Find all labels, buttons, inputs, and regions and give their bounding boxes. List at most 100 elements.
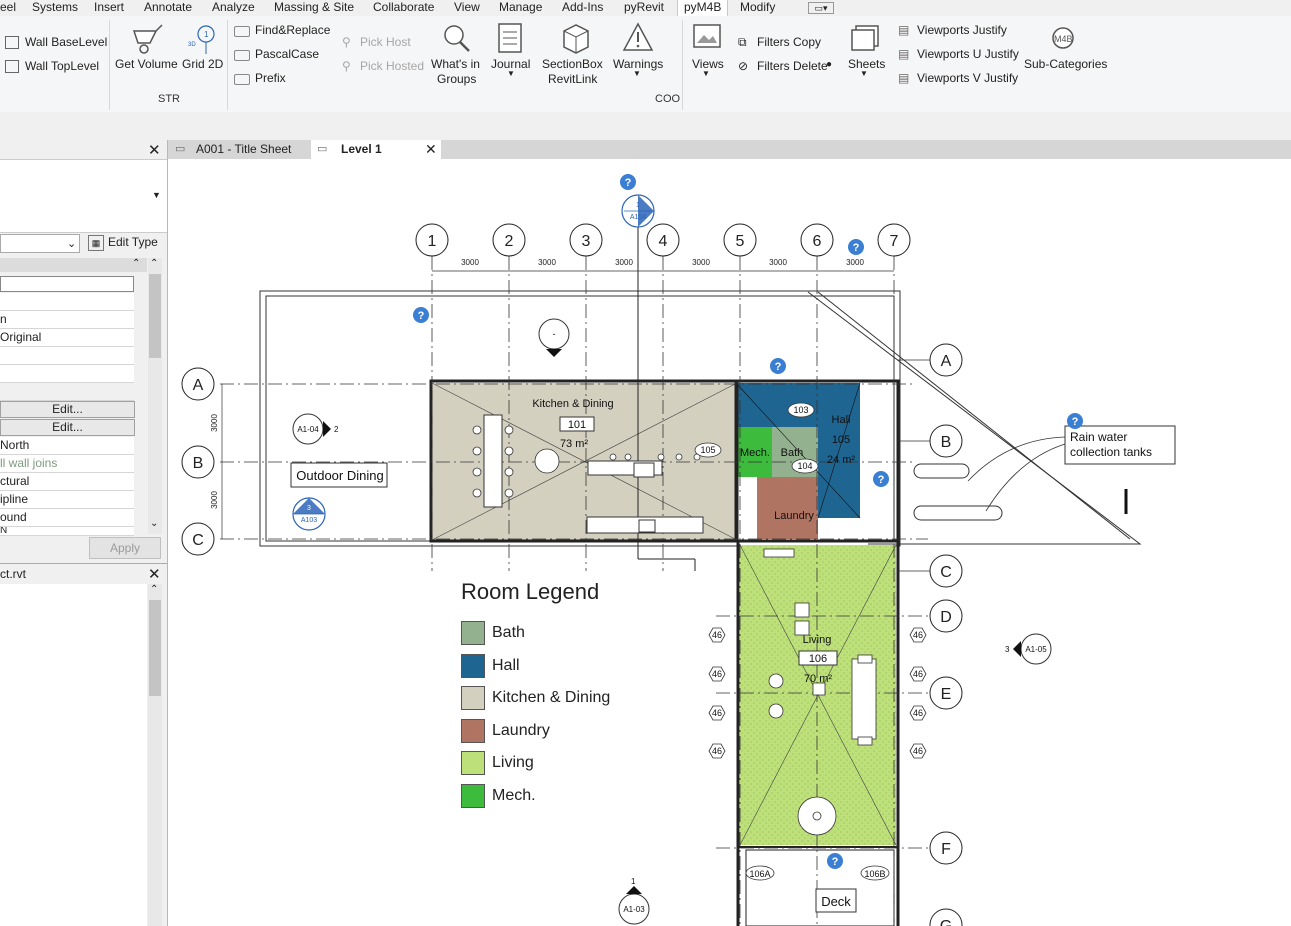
journal-dropdown-icon[interactable]: ▼ (507, 69, 515, 78)
sheets-dropdown-icon[interactable]: ▼ (860, 69, 868, 78)
viewports-justify-button[interactable]: Viewports Justify (917, 23, 1007, 37)
legend-swatch (461, 719, 485, 743)
door-tag-106a: 106A (749, 869, 770, 879)
pascal-case-button[interactable]: PascalCase (255, 47, 319, 61)
tab-label: Level 1 (341, 142, 382, 156)
type-selector-dropdown-icon[interactable]: ▼ (152, 190, 161, 200)
menu-pyrevit[interactable]: pyRevit (624, 0, 664, 16)
properties-close-icon[interactable]: ✕ (148, 141, 161, 159)
apply-button[interactable]: Apply (89, 537, 161, 559)
room-name-laundry: Laundry (774, 510, 814, 522)
chevron-down-icon: ⌄ (67, 238, 77, 250)
viewports-u-justify-button[interactable]: Viewports U Justify (917, 47, 1019, 61)
rain-water-note-line1: Rain water (1070, 430, 1127, 444)
tab-close-icon[interactable]: ✕ (425, 140, 437, 159)
question-icon[interactable]: ? (620, 174, 636, 190)
scroll-up-icon[interactable]: ⌃ (150, 584, 158, 595)
scroll-thumb[interactable] (149, 600, 161, 696)
wheelbarrow-icon (132, 24, 163, 54)
quick-access-dropdown[interactable]: ▭▾ (808, 2, 834, 14)
drawing-canvas[interactable]: 3000 3000 3000 3000 3000 3000 3000 3000 … (168, 159, 1291, 926)
window-tag: 46 (913, 669, 923, 679)
question-icon[interactable]: ? (770, 358, 786, 374)
pick-host-button[interactable]: Pick Host (360, 35, 411, 49)
legend-label: Living (492, 754, 534, 771)
room-area-hall: 24 m² (827, 454, 855, 466)
room-number-kitchen: 101 (568, 419, 586, 431)
grid-2d-button[interactable]: Grid 2D (182, 57, 223, 71)
type-selector[interactable]: ▼ (0, 159, 167, 233)
properties-scrollbar[interactable]: ⌃ ⌄ (148, 258, 162, 534)
find-replace-button[interactable]: Find&Replace (255, 23, 330, 37)
whats-in-button[interactable]: What's in (431, 57, 480, 71)
collapse-icon[interactable]: ⌃ (132, 258, 140, 269)
property-row (0, 293, 134, 311)
property-input[interactable] (0, 276, 134, 292)
menu-analyze[interactable]: Analyze (212, 0, 255, 16)
grid-label-g-right: G (940, 918, 952, 926)
room-name-mech: Mech. (740, 447, 770, 459)
wall-top-level-button[interactable]: Wall TopLevel (25, 59, 99, 73)
project-browser-tree[interactable] (0, 584, 147, 926)
grid-label-c-left: C (192, 532, 204, 549)
section-a104-number: 1 (636, 202, 640, 209)
tab-level-1[interactable]: ▭ Level 1 ✕ (311, 140, 441, 159)
instance-filter-select[interactable]: ⌄ (0, 234, 80, 253)
edit-button[interactable]: Edit... (0, 419, 135, 436)
scroll-down-icon[interactable]: ⌄ (150, 518, 158, 529)
browser-scrollbar[interactable]: ⌃ (148, 584, 162, 926)
menu-add-ins[interactable]: Add-Ins (562, 0, 603, 16)
tab-title-sheet[interactable]: ▭ A001 - Title Sheet (168, 140, 310, 159)
rain-water-note-line2: collection tanks (1070, 445, 1152, 459)
floor-plan-drawing[interactable]: 3000 3000 3000 3000 3000 3000 3000 3000 … (168, 159, 1291, 926)
scroll-up-icon[interactable]: ⌃ (150, 258, 158, 269)
menu-annotate[interactable]: Annotate (144, 0, 192, 16)
window-tag: 46 (712, 708, 722, 718)
str-panel-label: STR (158, 93, 180, 105)
question-icon[interactable]: ? (873, 471, 889, 487)
warnings-dropdown-icon[interactable]: ▼ (633, 69, 641, 78)
property-row: ipline (0, 491, 134, 509)
room-laundry[interactable] (757, 477, 818, 539)
menu-modify[interactable]: Modify (740, 0, 775, 16)
edit-type-button[interactable]: Edit Type (108, 235, 158, 249)
menu-architecture[interactable]: eel (0, 0, 16, 16)
menu-collaborate[interactable]: Collaborate (373, 0, 434, 16)
pick-hosted-button[interactable]: Pick Hosted (360, 59, 424, 73)
legend-swatch (461, 686, 485, 710)
question-icon[interactable]: ? (827, 853, 843, 869)
sub-categories-button[interactable]: Sub-Categories (1024, 57, 1107, 71)
edit-button[interactable]: Edit... (0, 401, 135, 418)
viewports-v-justify-icon: ▤ (898, 71, 910, 85)
grid-label-f-right: F (941, 841, 951, 858)
find-replace-icon (234, 26, 250, 37)
property-row: North (0, 437, 134, 455)
question-icon[interactable]: ? (1067, 413, 1083, 429)
menu-manage[interactable]: Manage (499, 0, 542, 16)
ribbon-gap (0, 112, 1291, 140)
menu-insert[interactable]: Insert (94, 0, 124, 16)
sectionbox-button[interactable]: SectionBox (542, 57, 603, 71)
door-tag-105: 105 (700, 445, 715, 455)
filters-copy-button[interactable]: Filters Copy (757, 35, 821, 49)
views-dropdown-icon[interactable]: ▼ (702, 69, 710, 78)
menu-massing-site[interactable]: Massing & Site (274, 0, 354, 16)
scroll-thumb[interactable] (149, 274, 161, 358)
sheets-icon (851, 25, 879, 51)
menu-pym4b[interactable]: pyM4B (677, 0, 729, 17)
window-tag: 46 (712, 746, 722, 756)
menu-view[interactable]: View (454, 0, 480, 16)
menu-systems[interactable]: Systems (32, 0, 78, 16)
grid-label-2: 2 (505, 233, 514, 250)
get-volume-button[interactable]: Get Volume (115, 57, 178, 71)
room-area-kitchen: 73 m² (560, 438, 588, 450)
question-icon[interactable]: ? (848, 239, 864, 255)
question-icon[interactable]: ? (413, 307, 429, 323)
viewports-v-justify-button[interactable]: Viewports V Justify (917, 71, 1018, 85)
prefix-button[interactable]: Prefix (255, 71, 286, 85)
browser-close-icon[interactable]: ✕ (148, 565, 161, 583)
filters-delete-button[interactable]: Filters Delete (757, 59, 828, 73)
pick-host-icon: ⚲ (342, 35, 351, 49)
wall-base-level-button[interactable]: Wall BaseLevel (25, 35, 107, 49)
coo-panel-label: COO (655, 93, 681, 105)
